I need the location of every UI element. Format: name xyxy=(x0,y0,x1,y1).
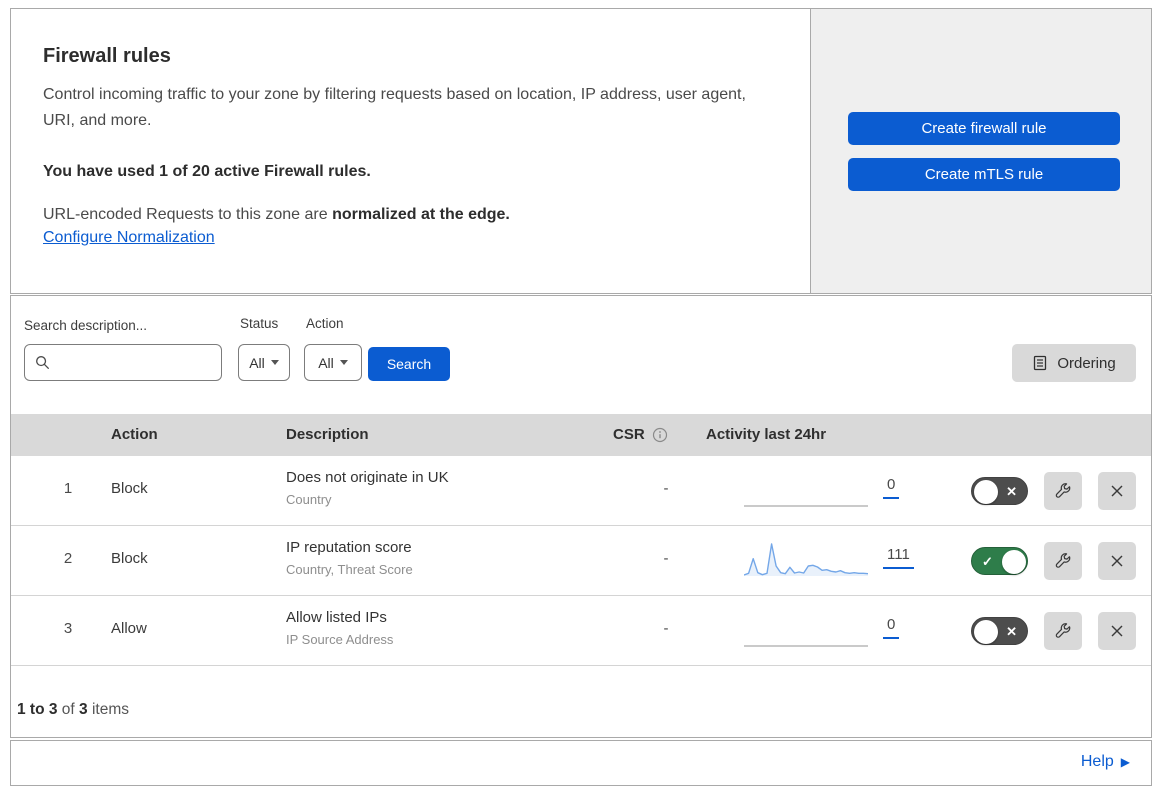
help-link-label: Help xyxy=(1080,753,1114,770)
normalization-note: URL-encoded Requests to this zone are no… xyxy=(43,206,770,224)
wrench-icon xyxy=(1055,622,1070,638)
activity-sparkline xyxy=(744,543,868,576)
ordering-button-label: Ordering xyxy=(1057,354,1116,372)
configure-normalization-link[interactable]: Configure Normalization xyxy=(43,229,215,247)
ordering-button[interactable]: Ordering xyxy=(1012,344,1136,382)
status-dropdown[interactable]: All xyxy=(238,344,290,381)
activity-count-cell: 0 xyxy=(883,616,900,639)
column-header-description: Description xyxy=(286,426,369,443)
activity-count-cell: 0 xyxy=(883,476,900,499)
close-icon xyxy=(1111,625,1123,637)
rule-description-cell: Allow listed IPs IP Source Address xyxy=(286,609,393,647)
csr-header-label: CSR xyxy=(613,426,645,443)
pagination-summary: 1 to 3 of 3 items xyxy=(17,701,129,719)
rule-description-cell: IP reputation score Country, Threat Scor… xyxy=(286,539,413,577)
table-row: 1 Block Does not originate in UK Country… xyxy=(11,456,1151,526)
rule-description: IP reputation score xyxy=(286,539,412,556)
column-header-activity: Activity last 24hr xyxy=(706,426,827,443)
toggle-knob xyxy=(974,480,998,504)
column-header-csr: CSR xyxy=(613,414,668,456)
search-input[interactable] xyxy=(56,353,221,372)
edit-rule-button[interactable] xyxy=(1044,612,1082,650)
activity-count-cell: 111 xyxy=(883,546,914,569)
table-header: Action Description CSR Activity last 24h… xyxy=(11,414,1151,456)
column-header-action: Action xyxy=(111,426,158,443)
rule-enabled-toggle[interactable]: ✓ ✕ xyxy=(971,617,1028,645)
search-label: Search description... xyxy=(24,318,148,333)
rule-description: Does not originate in UK xyxy=(286,469,449,486)
status-dropdown-value: All xyxy=(249,354,265,371)
rule-fields: Country xyxy=(286,492,332,507)
normalization-note-bold: normalized at the edge. xyxy=(332,206,510,223)
delete-rule-button[interactable] xyxy=(1098,472,1136,510)
wrench-icon xyxy=(1055,482,1070,498)
toggle-knob xyxy=(1002,550,1026,574)
rule-priority: 1 xyxy=(63,480,73,497)
info-icon[interactable] xyxy=(652,427,668,443)
check-icon: ✓ xyxy=(982,554,993,569)
pagination-total: 3 xyxy=(79,701,88,718)
rule-priority: 2 xyxy=(63,550,73,567)
pagination-items: items xyxy=(87,701,129,718)
firewall-rules-table-card: Search description... Status Action All … xyxy=(10,295,1152,738)
activity-sparkline xyxy=(744,645,868,647)
close-icon xyxy=(1111,485,1123,497)
activity-count-link[interactable]: 0 xyxy=(883,616,900,639)
action-label: Action xyxy=(306,316,344,331)
pagination-of: of xyxy=(57,701,80,718)
rule-description-cell: Does not originate in UK Country xyxy=(286,469,449,507)
create-firewall-rule-button[interactable]: Create firewall rule xyxy=(848,112,1120,145)
activity-count-link[interactable]: 111 xyxy=(883,546,914,569)
delete-rule-button[interactable] xyxy=(1098,542,1136,580)
status-label: Status xyxy=(240,316,279,331)
rule-action: Allow xyxy=(111,620,147,637)
rule-fields: Country, Threat Score xyxy=(286,562,413,577)
rule-action: Block xyxy=(111,550,148,567)
usage-summary: You have used 1 of 20 active Firewall ru… xyxy=(43,163,371,180)
help-bar: Help ▶ xyxy=(10,740,1152,786)
pagination-range: 1 to 3 xyxy=(17,701,58,718)
list-document-icon xyxy=(1034,355,1047,371)
table-row: 2 Block IP reputation score Country, Thr… xyxy=(11,526,1151,596)
firewall-overview-text: Firewall rules Control incoming traffic … xyxy=(11,9,811,293)
page-description: Control incoming traffic to your zone by… xyxy=(43,86,746,129)
search-box[interactable] xyxy=(24,344,222,381)
rule-csr-value: - xyxy=(663,620,669,637)
arrow-right-icon: ▶ xyxy=(1120,755,1130,769)
toggle-knob xyxy=(974,620,998,644)
normalization-note-text: URL-encoded Requests to this zone are xyxy=(43,206,333,223)
x-icon: ✕ xyxy=(1006,484,1017,499)
rule-fields: IP Source Address xyxy=(286,632,394,647)
activity-count-link[interactable]: 0 xyxy=(883,476,900,499)
help-link[interactable]: Help ▶ xyxy=(1081,753,1130,771)
rule-enabled-toggle[interactable]: ✓ ✕ xyxy=(971,477,1028,505)
table-row: 3 Allow Allow listed IPs IP Source Addre… xyxy=(11,596,1151,666)
action-dropdown-value: All xyxy=(318,354,334,371)
rule-enabled-toggle[interactable]: ✓ ✕ xyxy=(971,547,1028,575)
chevron-down-icon xyxy=(270,360,279,365)
search-icon xyxy=(36,356,49,369)
edit-rule-button[interactable] xyxy=(1044,472,1082,510)
rule-action: Block xyxy=(111,480,148,497)
rule-description: Allow listed IPs xyxy=(286,609,387,626)
firewall-overview-card: Firewall rules Control incoming traffic … xyxy=(10,8,1152,294)
action-dropdown[interactable]: All xyxy=(304,344,362,381)
edit-rule-button[interactable] xyxy=(1044,542,1082,580)
chevron-down-icon xyxy=(339,360,348,365)
rule-csr-value: - xyxy=(663,480,669,497)
actions-panel: Create firewall rule Create mTLS rule xyxy=(811,9,1151,293)
activity-sparkline xyxy=(744,505,868,507)
wrench-icon xyxy=(1055,552,1070,568)
page-title: Firewall rules xyxy=(43,45,171,67)
rule-csr-value: - xyxy=(663,550,669,567)
delete-rule-button[interactable] xyxy=(1098,612,1136,650)
rule-priority: 3 xyxy=(63,620,73,637)
search-button[interactable]: Search xyxy=(368,347,450,381)
create-mtls-rule-button[interactable]: Create mTLS rule xyxy=(848,158,1120,191)
x-icon: ✕ xyxy=(1006,624,1017,639)
close-icon xyxy=(1111,555,1123,567)
